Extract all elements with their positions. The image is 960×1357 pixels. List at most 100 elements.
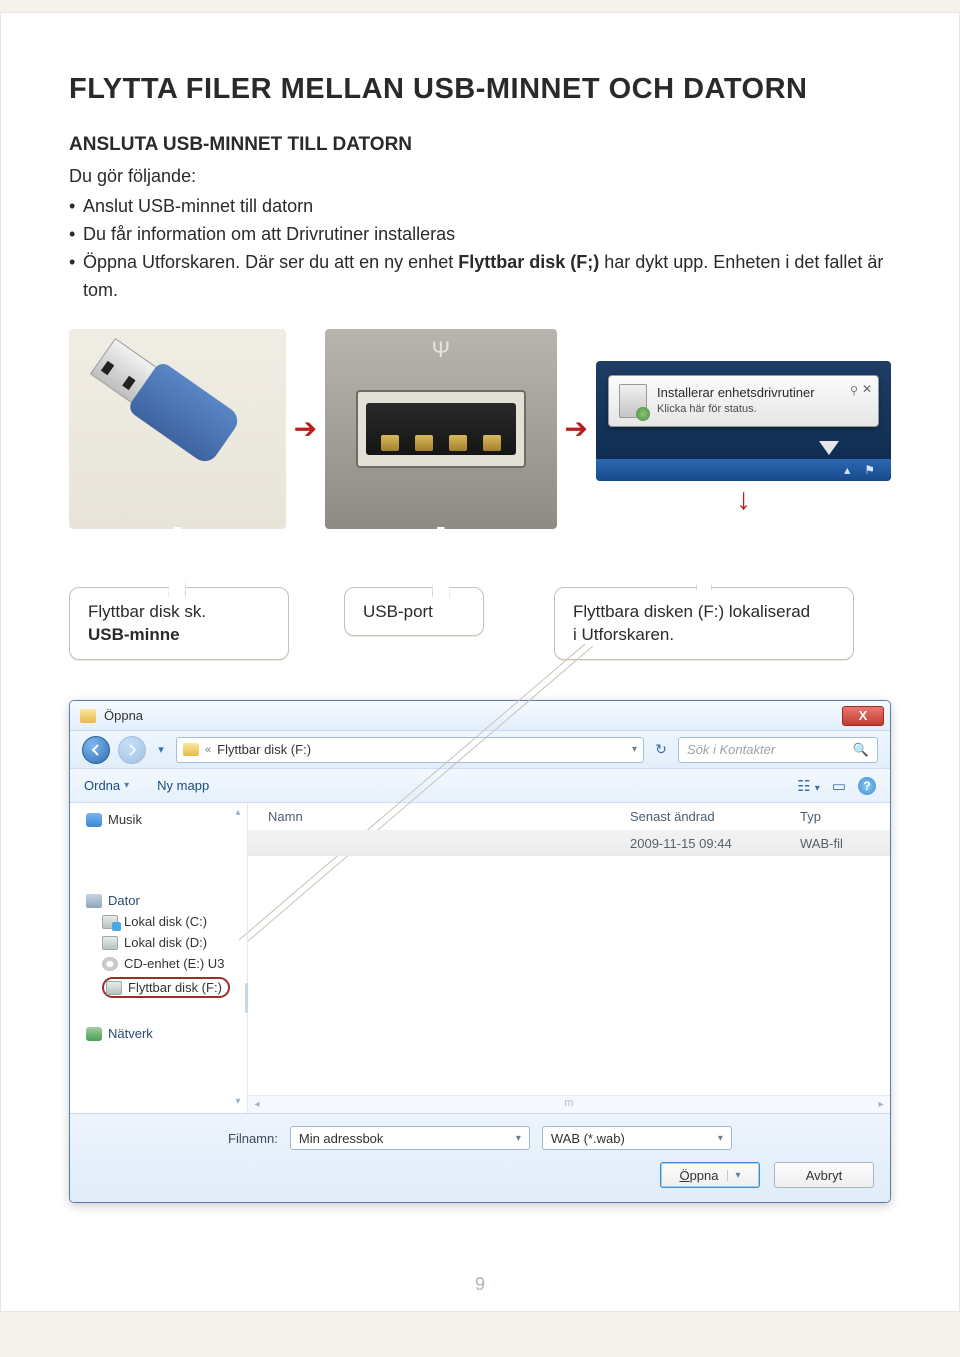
address-field[interactable]: « Flyttbar disk (F:) ▾ xyxy=(176,737,644,763)
column-name[interactable]: Namn xyxy=(268,809,630,824)
organize-button[interactable]: Ordna ▾ xyxy=(84,778,129,793)
tray-flag-icon[interactable]: ⚑ xyxy=(864,463,875,477)
bullet-item: Öppna Utforskaren. Där ser du att en ny … xyxy=(69,249,891,305)
cancel-button[interactable]: Avbryt xyxy=(774,1162,874,1188)
section-subheading: ANSLUTA USB-MINNET TILL DATORN xyxy=(69,134,891,156)
chevron-down-icon[interactable]: ▾ xyxy=(516,1133,521,1144)
callout-text: Flyttbara disken (F:) lokaliserad xyxy=(573,602,810,621)
sidebar-item-cd-e[interactable]: CD-enhet (E:) U3 xyxy=(100,953,247,974)
search-input[interactable]: Sök i Kontakter 🔍 xyxy=(678,737,878,763)
view-options-button[interactable]: ☷ ▾ xyxy=(797,777,820,795)
split-button-chevron[interactable]: ▾ xyxy=(727,1170,741,1181)
chevron-down-icon: ▾ xyxy=(124,780,129,791)
bullet-list: Anslut USB-minnet till datorn Du får inf… xyxy=(69,193,891,305)
bullet-text: Öppna Utforskaren. Där ser du att en ny … xyxy=(83,252,458,272)
folder-icon xyxy=(80,709,96,723)
scrollbar-label: m xyxy=(564,1097,573,1109)
thumb-usb-stick xyxy=(69,329,286,529)
help-button[interactable]: ? xyxy=(858,777,876,795)
usb-trident-icon: Ψ xyxy=(432,337,450,363)
forward-button[interactable] xyxy=(118,736,146,764)
column-headers: Namn Senast ändrad Typ xyxy=(248,803,890,831)
filename-label: Filnamn: xyxy=(228,1131,278,1146)
dialog-footer: Filnamn: Min adressbok ▾ WAB (*.wab) ▾ Ö… xyxy=(70,1113,890,1202)
file-row[interactable]: 2009-11-15 09:44 WAB-fil xyxy=(248,831,890,856)
nav-history-dropdown[interactable]: ▾ xyxy=(154,743,168,756)
thumb-usb-port: Ψ xyxy=(325,329,556,529)
bullet-item: Du får information om att Drivrutiner in… xyxy=(69,221,891,249)
notification-subtitle: Klicka här för status. xyxy=(657,402,815,417)
callout-explorer: Flyttbara disken (F:) lokaliserad i Utfo… xyxy=(554,587,854,661)
folder-icon xyxy=(183,743,199,756)
drive-icon xyxy=(106,981,122,995)
usb-stick-icon xyxy=(85,331,242,466)
callout-labels: Flyttbar disk sk. USB-minne USB-port Fly… xyxy=(69,587,891,661)
scroll-down-button[interactable]: ▾ xyxy=(231,1096,245,1107)
system-tray: ▴ ⚑ xyxy=(596,459,891,481)
arrow-right-icon: ➔ xyxy=(565,412,588,445)
music-icon xyxy=(86,813,102,827)
bullet-bold: Flyttbar disk (F;) xyxy=(458,252,599,272)
address-bar-row: ▾ « Flyttbar disk (F:) ▾ ↻ Sök i Kontakt… xyxy=(70,731,890,769)
network-icon xyxy=(86,1027,102,1041)
dialog-title: Öppna xyxy=(104,708,143,723)
chevron-down-icon[interactable]: ▾ xyxy=(632,744,637,755)
scroll-up-button[interactable]: ▴ xyxy=(231,807,245,818)
page-heading: FLYTTA FILER MELLAN USB-MINNET OCH DATOR… xyxy=(69,73,891,106)
open-button[interactable]: Öppna ▾ xyxy=(660,1162,760,1188)
preview-pane-button[interactable]: ▭ xyxy=(832,777,846,795)
page-number: 9 xyxy=(1,1274,959,1295)
cell-modified: 2009-11-15 09:44 xyxy=(630,836,800,851)
search-placeholder: Sök i Kontakter xyxy=(687,742,775,757)
arrow-right-icon: ➔ xyxy=(294,412,317,445)
sidebar-item-drive-d[interactable]: Lokal disk (D:) xyxy=(100,932,247,953)
drive-icon xyxy=(102,936,118,950)
file-list-area: Namn Senast ändrad Typ 2009-11-15 09:44 … xyxy=(248,803,890,1113)
arrow-down-icon: ↓ xyxy=(596,483,891,517)
magnify-icon: ⚲ xyxy=(850,384,858,397)
intro-text: Du gör följande: xyxy=(69,166,891,187)
driver-install-icon xyxy=(619,384,647,418)
filename-input[interactable]: Min adressbok ▾ xyxy=(290,1126,530,1150)
horizontal-scrollbar[interactable]: ◂ m ▸ xyxy=(248,1095,890,1113)
sidebar-item-removable-f[interactable]: Flyttbar disk (F:) xyxy=(100,974,247,1001)
dialog-titlebar: Öppna X xyxy=(70,701,890,731)
notification-title: Installerar enhetsdrivrutiner xyxy=(657,384,815,402)
tray-chevron-icon[interactable]: ▴ xyxy=(844,463,850,477)
computer-icon xyxy=(86,894,102,908)
back-button[interactable] xyxy=(82,736,110,764)
dialog-body: ▴ Musik Dator Lokal disk (C:) Lokal disk… xyxy=(70,803,890,1113)
callout-usb-stick: Flyttbar disk sk. USB-minne xyxy=(69,587,289,661)
filetype-select[interactable]: WAB (*.wab) ▾ xyxy=(542,1126,732,1150)
open-dialog: Öppna X ▾ « Flyttbar disk (F:) ▾ ↻ Sök i… xyxy=(69,700,891,1203)
callout-text: Flyttbar disk sk. xyxy=(88,602,206,621)
sidebar-item-music[interactable]: Musik xyxy=(84,809,247,830)
bullet-item: Anslut USB-minnet till datorn xyxy=(69,193,891,221)
cell-type: WAB-fil xyxy=(800,836,880,851)
callout-text-bold: USB-minne xyxy=(88,625,180,644)
thumbnail-row: ➔ Ψ ➔ In xyxy=(69,329,891,529)
close-icon[interactable]: ✕ xyxy=(862,382,872,396)
nav-sidebar: ▴ Musik Dator Lokal disk (C:) Lokal disk… xyxy=(70,803,248,1113)
thumb-notification: Installerar enhetsdrivrutiner Klicka här… xyxy=(596,361,891,481)
drive-icon xyxy=(102,915,118,929)
cd-icon xyxy=(102,957,118,971)
callout-text: USB-port xyxy=(363,602,433,621)
sidebar-item-computer[interactable]: Dator xyxy=(84,890,247,911)
scroll-left-icon[interactable]: ◂ xyxy=(248,1099,266,1110)
new-folder-button[interactable]: Ny mapp xyxy=(157,778,209,793)
dialog-toolbar: Ordna ▾ Ny mapp ☷ ▾ ▭ ? xyxy=(70,769,890,803)
breadcrumb-current[interactable]: Flyttbar disk (F:) xyxy=(217,742,311,757)
close-button[interactable]: X xyxy=(842,706,884,726)
column-type[interactable]: Typ xyxy=(800,809,880,824)
sidebar-item-network[interactable]: Nätverk xyxy=(84,1023,247,1044)
search-icon: 🔍 xyxy=(853,742,869,758)
callout-text: i Utforskaren. xyxy=(573,625,674,644)
sidebar-item-drive-c[interactable]: Lokal disk (C:) xyxy=(100,911,247,932)
column-modified[interactable]: Senast ändrad xyxy=(630,809,800,824)
scroll-right-icon[interactable]: ▸ xyxy=(872,1099,890,1110)
open-button-label: ppna xyxy=(690,1168,719,1183)
refresh-button[interactable]: ↻ xyxy=(652,741,670,758)
callout-usb-port: USB-port xyxy=(344,587,484,637)
chevron-down-icon[interactable]: ▾ xyxy=(718,1133,723,1144)
